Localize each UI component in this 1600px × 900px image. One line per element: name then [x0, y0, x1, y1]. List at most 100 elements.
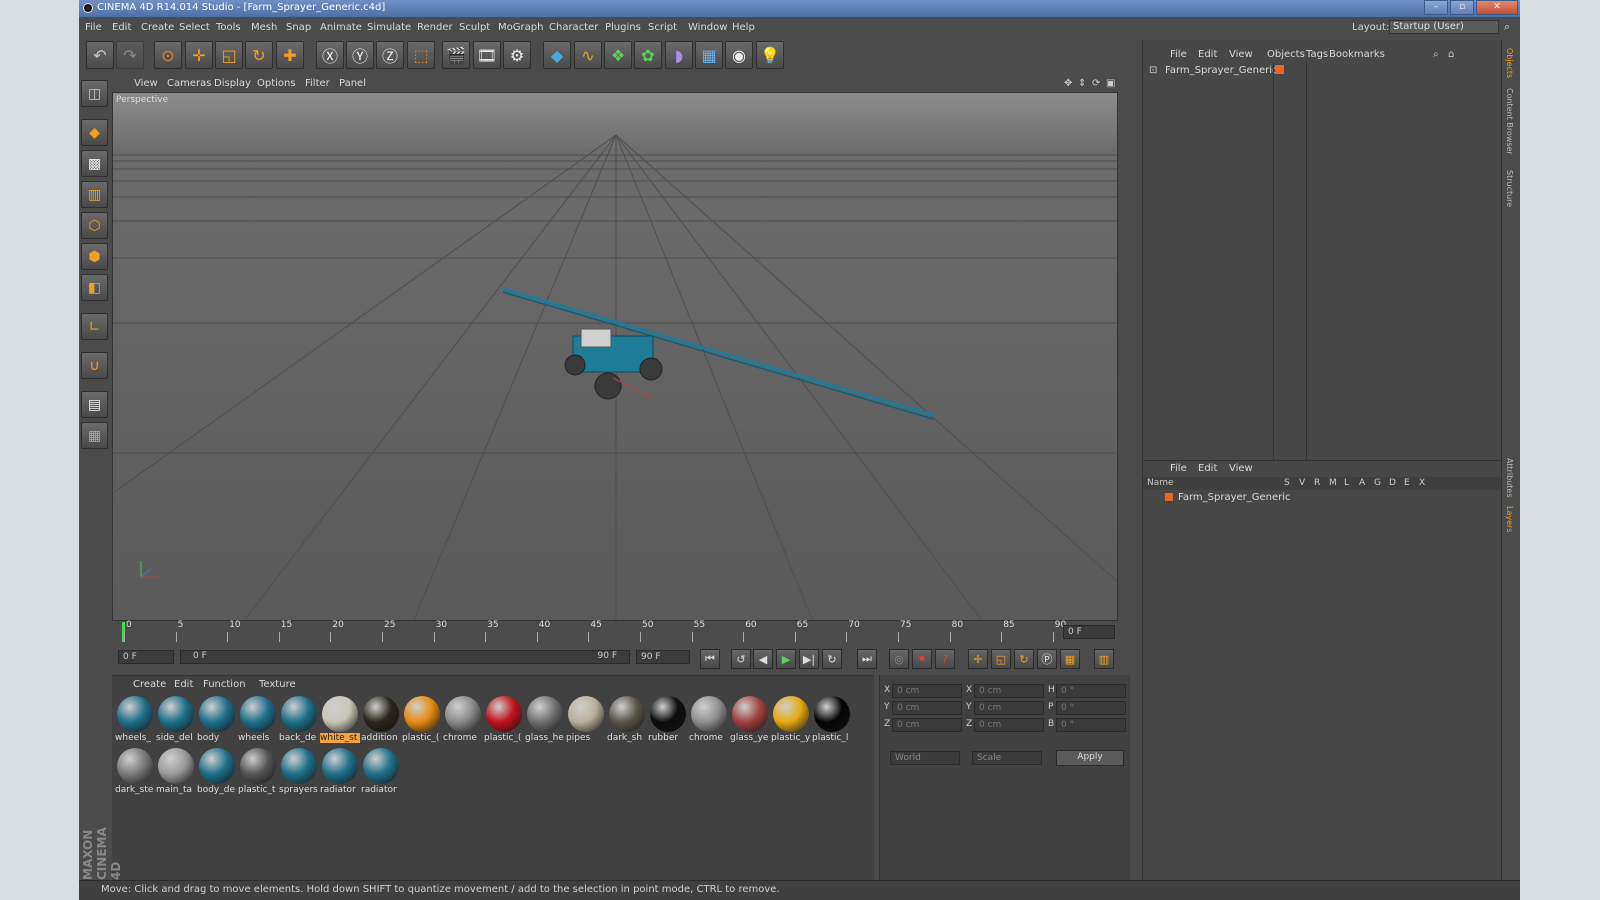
polygons-mode-icon[interactable]: ◧	[81, 274, 108, 301]
viewport-menu-panel[interactable]: Panel	[339, 78, 366, 89]
coordinate-field[interactable]: 0 °	[1056, 684, 1126, 698]
cube-primitive-icon[interactable]: ◆	[543, 41, 571, 69]
record-active-icon[interactable]: ⏺	[912, 649, 932, 669]
material-menu-texture[interactable]: Texture	[259, 679, 296, 690]
coordinate-field[interactable]: 0 °	[1056, 701, 1126, 715]
layer-column-header[interactable]: S	[1284, 478, 1290, 488]
material-swatch[interactable]: plastic_y	[771, 694, 811, 744]
workplane-mode-icon[interactable]: ▥	[81, 181, 108, 208]
autokey-icon[interactable]: ?	[935, 649, 955, 669]
key-pla-icon[interactable]: ▦	[1060, 649, 1080, 669]
camera-icon[interactable]: ◉	[725, 41, 753, 69]
key-scale-icon[interactable]: ◱	[991, 649, 1011, 669]
material-swatch[interactable]: rubber	[648, 694, 688, 744]
play-icon[interactable]: ▶	[776, 649, 796, 669]
objects-search-icon[interactable]: ⌕	[1433, 49, 1439, 60]
undo-button[interactable]: ↶	[86, 41, 114, 69]
texture-mode-icon[interactable]: ▩	[81, 150, 108, 177]
layer-column-header[interactable]: L	[1344, 478, 1349, 488]
menu-help[interactable]: Help	[732, 22, 755, 33]
material-swatch[interactable]: glass_ye	[730, 694, 770, 744]
menu-mograph[interactable]: MoGraph	[498, 22, 543, 33]
layer-color-swatch[interactable]	[1165, 493, 1173, 501]
material-swatch[interactable]: chrome	[443, 694, 483, 744]
scale-tool-icon[interactable]: ◱	[215, 41, 243, 69]
menu-tools[interactable]: Tools	[216, 22, 241, 33]
material-swatch[interactable]: main_ta	[156, 746, 196, 796]
objects-menu-bookmarks[interactable]: Bookmarks	[1329, 49, 1385, 60]
key-rotation-icon[interactable]: ↻	[1014, 649, 1034, 669]
material-swatch[interactable]: dark_sh	[607, 694, 647, 744]
timeline-window-icon[interactable]: ▥	[1094, 649, 1114, 669]
coordinate-system-dropdown[interactable]: World	[890, 751, 960, 765]
viewport-move-icon[interactable]: ✥	[1064, 78, 1072, 89]
tab-content-browser[interactable]: Content Browser	[1505, 88, 1514, 155]
layer-column-header[interactable]: M	[1329, 478, 1337, 488]
render-view-icon[interactable]: 🎬	[442, 41, 470, 69]
menu-render[interactable]: Render	[417, 22, 453, 33]
menu-create[interactable]: Create	[141, 22, 174, 33]
key-position-icon[interactable]: ✛	[968, 649, 988, 669]
layers-menu-view[interactable]: View	[1229, 463, 1253, 474]
coordinate-field[interactable]: 0 °	[1056, 718, 1126, 732]
viewport-rotate-icon[interactable]: ⟳	[1092, 78, 1100, 89]
deformer-bend-icon[interactable]: ◗	[665, 41, 693, 69]
make-editable-icon[interactable]: ◫	[81, 80, 108, 107]
search-icon[interactable]: ⌕	[1504, 20, 1510, 34]
coordinate-field[interactable]: 0 cm	[974, 701, 1044, 715]
go-to-start-icon[interactable]: ⏮	[700, 649, 720, 669]
loop-icon[interactable]: ↺	[731, 649, 751, 669]
spline-pen-icon[interactable]: ∿	[574, 41, 602, 69]
object-row[interactable]: ⊡ Farm_Sprayer_Generic	[1143, 62, 1501, 78]
material-swatch[interactable]: wheels	[238, 694, 278, 744]
viewport-maximize-icon[interactable]: ▣	[1106, 78, 1115, 89]
tab-structure[interactable]: Structure	[1505, 170, 1514, 207]
subdivision-surface-icon[interactable]: ❖	[604, 41, 632, 69]
viewport-menu-options[interactable]: Options	[257, 78, 296, 89]
coordinate-field[interactable]: 0 cm	[892, 684, 962, 698]
perspective-viewport[interactable]: Perspective	[112, 92, 1118, 621]
layer-column-header[interactable]: X	[1419, 478, 1425, 488]
size-mode-dropdown[interactable]: Scale	[972, 751, 1042, 765]
timeline-ruler[interactable]: 0 5 10 15 20 25 30 35 40 45 50 55 60 65 70 75 80 85 90 0 F	[112, 620, 1118, 644]
coordinate-field[interactable]: 0 cm	[892, 718, 962, 732]
layout-dropdown[interactable]: Startup (User)	[1389, 20, 1499, 34]
objects-menu-edit[interactable]: Edit	[1198, 49, 1217, 60]
preview-range-slider[interactable]: 0 F 90 F	[180, 650, 630, 664]
material-swatch[interactable]: plastic_l	[812, 694, 852, 744]
workplane-lock-icon[interactable]: ▤	[81, 391, 108, 418]
menu-mesh[interactable]: Mesh	[251, 22, 277, 33]
material-swatch[interactable]: chrome	[689, 694, 729, 744]
coordinate-field[interactable]: 0 cm	[974, 718, 1044, 732]
material-menu-edit[interactable]: Edit	[174, 679, 193, 690]
current-frame-field[interactable]: 0 F	[1063, 625, 1115, 639]
record-off-icon[interactable]: ◎	[889, 649, 909, 669]
material-swatch[interactable]: radiator	[361, 746, 401, 796]
material-swatch[interactable]: side_del	[156, 694, 196, 744]
viewport-menu-cameras[interactable]: Cameras	[167, 78, 211, 89]
rotate-tool-icon[interactable]: ↻	[245, 41, 273, 69]
end-frame-field[interactable]: 90 F	[636, 650, 690, 664]
menu-snap[interactable]: Snap	[286, 22, 311, 33]
object-name[interactable]: Farm_Sprayer_Generic	[1165, 65, 1278, 76]
material-menu-function[interactable]: Function	[203, 679, 246, 690]
axis-mode-icon[interactable]: ∟	[81, 313, 108, 340]
material-swatch[interactable]: radiator	[320, 746, 360, 796]
menu-edit[interactable]: Edit	[112, 22, 131, 33]
layer-column-header[interactable]: A	[1359, 478, 1365, 488]
model-mode-icon[interactable]: ◆	[81, 119, 108, 146]
minimize-button[interactable]: –	[1424, 0, 1448, 15]
key-parameter-icon[interactable]: Ⓟ	[1037, 649, 1057, 669]
close-button[interactable]: ✕	[1476, 0, 1518, 15]
redo-button[interactable]: ↷	[116, 41, 144, 69]
viewport-scene[interactable]	[113, 93, 1118, 621]
menu-animate[interactable]: Animate	[320, 22, 362, 33]
material-menu-create[interactable]: Create	[133, 679, 166, 690]
viewport-menu-display[interactable]: Display	[214, 78, 251, 89]
edges-mode-icon[interactable]: ⬢	[81, 243, 108, 270]
snap-magnet-icon[interactable]: ∪	[81, 352, 108, 379]
cloner-icon[interactable]: ✿	[634, 41, 662, 69]
layer-name[interactable]: Farm_Sprayer_Generic	[1178, 492, 1291, 503]
render-picture-viewer-icon[interactable]: 🎞	[473, 41, 501, 69]
z-axis-lock-icon[interactable]: Ⓩ	[376, 41, 404, 69]
